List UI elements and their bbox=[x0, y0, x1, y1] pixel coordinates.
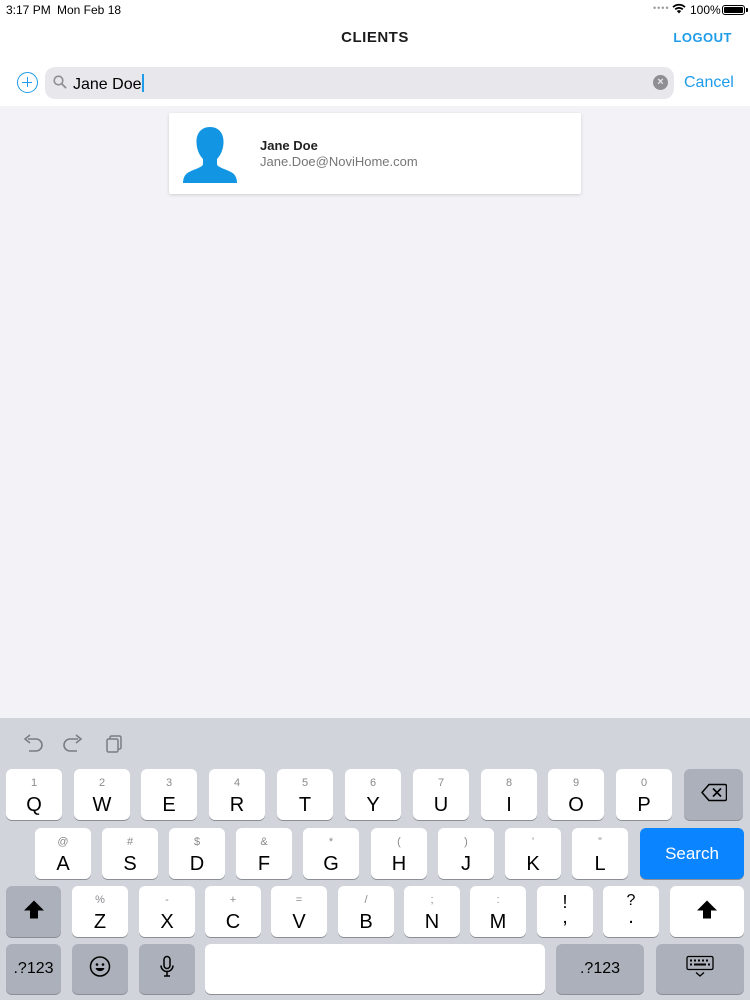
key-h[interactable]: (H bbox=[371, 828, 427, 879]
search-input-text: Jane Doe bbox=[73, 74, 144, 93]
key-i[interactable]: 8I bbox=[481, 769, 537, 820]
status-time: 3:17 PM bbox=[6, 3, 51, 17]
key-w[interactable]: 2W bbox=[74, 769, 130, 820]
search-icon bbox=[53, 75, 67, 94]
key-e[interactable]: 3E bbox=[141, 769, 197, 820]
key-m[interactable]: :M bbox=[470, 886, 526, 937]
key-comma[interactable]: !, bbox=[537, 886, 593, 937]
multitasking-dots-icon: •••• bbox=[653, 3, 670, 13]
redo-icon[interactable] bbox=[62, 734, 84, 759]
wifi-icon bbox=[672, 3, 686, 17]
key-x[interactable]: -X bbox=[139, 886, 195, 937]
key-a[interactable]: @ A bbox=[35, 828, 91, 879]
client-email: Jane.Doe@NoviHome.com bbox=[260, 154, 418, 169]
battery-icon bbox=[722, 5, 748, 15]
key-f[interactable]: & F bbox=[236, 828, 292, 879]
undo-icon[interactable] bbox=[22, 734, 44, 759]
search-key[interactable]: Search bbox=[640, 828, 744, 879]
key-period[interactable]: ?. bbox=[603, 886, 659, 937]
dictation-key[interactable] bbox=[139, 944, 195, 994]
numbers-key-right[interactable]: .?123 bbox=[556, 944, 644, 994]
key-d[interactable]: $ D bbox=[169, 828, 225, 879]
key-t[interactable]: 5T bbox=[277, 769, 333, 820]
paste-icon[interactable] bbox=[105, 734, 125, 759]
cancel-button[interactable]: Cancel bbox=[684, 74, 734, 92]
key-u[interactable]: 7U bbox=[413, 769, 469, 820]
backspace-key[interactable] bbox=[684, 769, 743, 820]
numbers-key-left[interactable]: .?123 bbox=[6, 944, 61, 994]
search-bar: Jane Doe × Cancel bbox=[0, 58, 750, 106]
key-b[interactable]: / B bbox=[338, 886, 394, 937]
shift-icon bbox=[23, 899, 45, 924]
key-q[interactable]: 1Q bbox=[6, 769, 62, 820]
on-screen-keyboard: 1Q 2W 3E 4R 5T 6Y 7U 8I 9O 0P @ A # S $ D &… bbox=[0, 718, 750, 1000]
status-bar: 3:17 PM Mon Feb 18 •••• 100% bbox=[0, 0, 750, 20]
key-l[interactable]: ” L bbox=[572, 828, 628, 879]
clear-search-icon[interactable]: × bbox=[653, 75, 668, 90]
key-v[interactable]: = V bbox=[271, 886, 327, 937]
key-k[interactable]: ’ K bbox=[505, 828, 561, 879]
status-date: Mon Feb 18 bbox=[57, 3, 122, 17]
logout-button[interactable]: LOGOUT bbox=[673, 30, 732, 45]
add-client-button[interactable] bbox=[17, 72, 38, 93]
shift-key-right[interactable] bbox=[670, 886, 744, 937]
emoji-icon bbox=[89, 956, 111, 983]
client-result-card[interactable]: Jane Doe Jane.Doe@NoviHome.com bbox=[169, 113, 581, 194]
key-r[interactable]: 4R bbox=[209, 769, 265, 820]
key-o[interactable]: 9O bbox=[548, 769, 604, 820]
space-key[interactable] bbox=[205, 944, 545, 994]
key-j[interactable]: ) J bbox=[438, 828, 494, 879]
battery-percent: 100% bbox=[690, 3, 721, 17]
emoji-key[interactable] bbox=[72, 944, 128, 994]
key-z[interactable]: % Z bbox=[72, 886, 128, 937]
avatar-icon bbox=[183, 125, 237, 183]
shift-key-left[interactable] bbox=[6, 886, 61, 937]
backspace-icon bbox=[700, 783, 727, 806]
dismiss-keyboard-key[interactable] bbox=[656, 944, 744, 994]
search-input[interactable]: Jane Doe × bbox=[45, 67, 674, 99]
nav-bar: CLIENTS LOGOUT bbox=[0, 20, 750, 58]
key-g[interactable]: * G bbox=[303, 828, 359, 879]
key-s[interactable]: # S bbox=[102, 828, 158, 879]
key-c[interactable]: + C bbox=[205, 886, 261, 937]
microphone-icon bbox=[159, 955, 175, 983]
key-p[interactable]: 0P bbox=[616, 769, 672, 820]
key-y[interactable]: 6Y bbox=[345, 769, 401, 820]
key-n[interactable]: ; N bbox=[404, 886, 460, 937]
keyboard-dismiss-icon bbox=[686, 955, 714, 983]
page-title: CLIENTS bbox=[341, 29, 409, 46]
client-name: Jane Doe bbox=[260, 138, 318, 153]
shift-icon bbox=[696, 899, 718, 924]
text-caret bbox=[141, 74, 144, 92]
